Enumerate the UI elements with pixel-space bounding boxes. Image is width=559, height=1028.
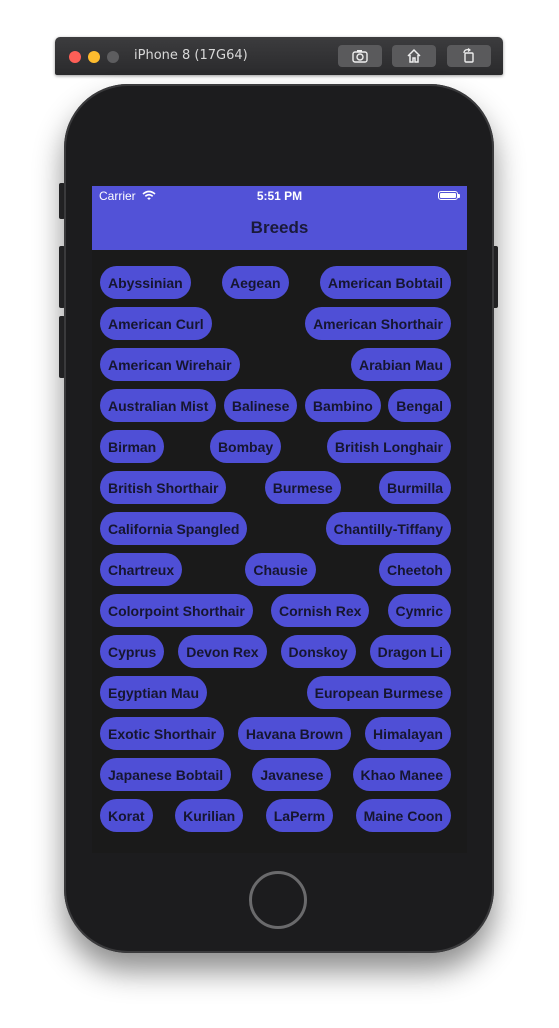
screenshot-button[interactable] xyxy=(338,45,382,67)
breed-chip[interactable]: Devon Rex xyxy=(178,635,267,668)
breed-chip[interactable]: British Shorthair xyxy=(100,471,227,504)
breed-row: American Wirehair Arabian Mau xyxy=(100,348,451,381)
breed-chip[interactable]: Bambino xyxy=(304,389,381,422)
breed-row: Korat Kurilian LaPerm Maine Coon xyxy=(100,799,451,832)
breed-chip[interactable]: Chausie xyxy=(245,553,316,586)
breed-chip[interactable]: Korat xyxy=(100,799,153,832)
breed-chip[interactable]: Cymric xyxy=(387,594,451,627)
breed-chip-list[interactable]: Abyssinian Aegean American Bobtail American… xyxy=(92,250,467,853)
breed-chip[interactable]: Burmese xyxy=(264,471,341,504)
breed-row: Japanese Bobtail Javanese Khao Manee xyxy=(100,758,451,791)
breed-chip[interactable]: Cyprus xyxy=(100,635,165,668)
zoom-window-button[interactable] xyxy=(107,51,119,63)
breed-row: Birman Bombay British Longhair xyxy=(100,430,451,463)
breed-chip[interactable]: Cornish Rex xyxy=(270,594,370,627)
home-button[interactable] xyxy=(392,45,436,67)
breed-chip[interactable]: British Longhair xyxy=(326,430,451,463)
breed-chip[interactable]: Burmilla xyxy=(378,471,451,504)
breed-chip[interactable]: Exotic Shorthair xyxy=(100,717,225,750)
status-time: 5:51 PM xyxy=(256,189,303,203)
breed-chip[interactable]: Arabian Mau xyxy=(350,348,451,381)
breed-chip[interactable]: Javanese xyxy=(252,758,332,791)
breed-chip[interactable]: American Wirehair xyxy=(100,348,240,381)
breed-row: Exotic Shorthair Havana Brown Himalayan xyxy=(100,717,451,750)
breed-chip[interactable]: Khao Manee xyxy=(352,758,451,791)
status-bar: Carrier 5:51 PM xyxy=(92,186,467,206)
simulator-title-bar: iPhone 8 (17G64) xyxy=(55,37,503,75)
breed-chip[interactable]: Egyptian Mau xyxy=(100,676,208,709)
breed-chip[interactable]: Donskoy xyxy=(280,635,356,668)
simulator-title: iPhone 8 (17G64) xyxy=(134,48,248,63)
breed-chip[interactable]: Balinese xyxy=(223,389,298,422)
breed-chip[interactable]: Dragon Li xyxy=(369,635,451,668)
page-title: Breeds xyxy=(250,218,309,237)
breed-chip[interactable]: American Bobtail xyxy=(319,266,451,299)
breed-chip[interactable]: Bengal xyxy=(388,389,451,422)
breed-row: Egyptian Mau European Burmese xyxy=(100,676,451,709)
battery-icon xyxy=(438,191,460,200)
close-window-button[interactable] xyxy=(69,51,81,63)
breed-row: Colorpoint Shorthair Cornish Rex Cymric xyxy=(100,594,451,627)
breed-row: California Spangled Chantilly-Tiffany xyxy=(100,512,451,545)
breed-chip[interactable]: Cheetoh xyxy=(378,553,451,586)
breed-row: American Curl American Shorthair xyxy=(100,307,451,340)
breed-chip[interactable]: Havana Brown xyxy=(237,717,352,750)
breed-chip[interactable]: Bombay xyxy=(209,430,282,463)
breed-row: British Shorthair Burmese Burmilla xyxy=(100,471,451,504)
breed-chip[interactable]: Colorpoint Shorthair xyxy=(100,594,253,627)
breed-chip[interactable]: Abyssinian xyxy=(100,266,191,299)
breed-chip[interactable]: American Shorthair xyxy=(305,307,451,340)
breed-chip[interactable]: Kurilian xyxy=(175,799,244,832)
rotate-button[interactable] xyxy=(447,45,491,67)
breed-row: Cyprus Devon Rex Donskoy Dragon Li xyxy=(100,635,451,668)
breed-chip[interactable]: Himalayan xyxy=(364,717,451,750)
device-home-button[interactable] xyxy=(249,871,307,929)
breed-row: Australian Mist Balinese Bambino Bengal xyxy=(100,389,451,422)
breed-chip[interactable]: Birman xyxy=(100,430,165,463)
breed-row: Chartreux Chausie Cheetoh xyxy=(100,553,451,586)
breed-chip[interactable]: California Spangled xyxy=(100,512,248,545)
breed-row: Abyssinian Aegean American Bobtail xyxy=(100,266,451,299)
home-icon xyxy=(407,48,421,63)
navigation-bar: Carrier 5:51 PM Breeds xyxy=(92,186,467,250)
breed-chip[interactable]: Maine Coon xyxy=(355,799,451,832)
breed-chip[interactable]: Aegean xyxy=(221,266,289,299)
camera-icon xyxy=(352,50,368,63)
breed-chip[interactable]: Chantilly-Tiffany xyxy=(325,512,451,545)
breed-chip[interactable]: Chartreux xyxy=(100,553,183,586)
rotate-icon xyxy=(463,48,474,63)
app-screen: Carrier 5:51 PM Breeds Abyssinian Aegean A… xyxy=(92,186,467,853)
minimize-window-button[interactable] xyxy=(88,51,100,63)
breed-chip[interactable]: Australian Mist xyxy=(100,389,217,422)
breed-chip[interactable]: European Burmese xyxy=(306,676,451,709)
breed-chip[interactable]: LaPerm xyxy=(265,799,334,832)
breed-chip[interactable]: Japanese Bobtail xyxy=(100,758,232,791)
breed-chip[interactable]: American Curl xyxy=(100,307,212,340)
